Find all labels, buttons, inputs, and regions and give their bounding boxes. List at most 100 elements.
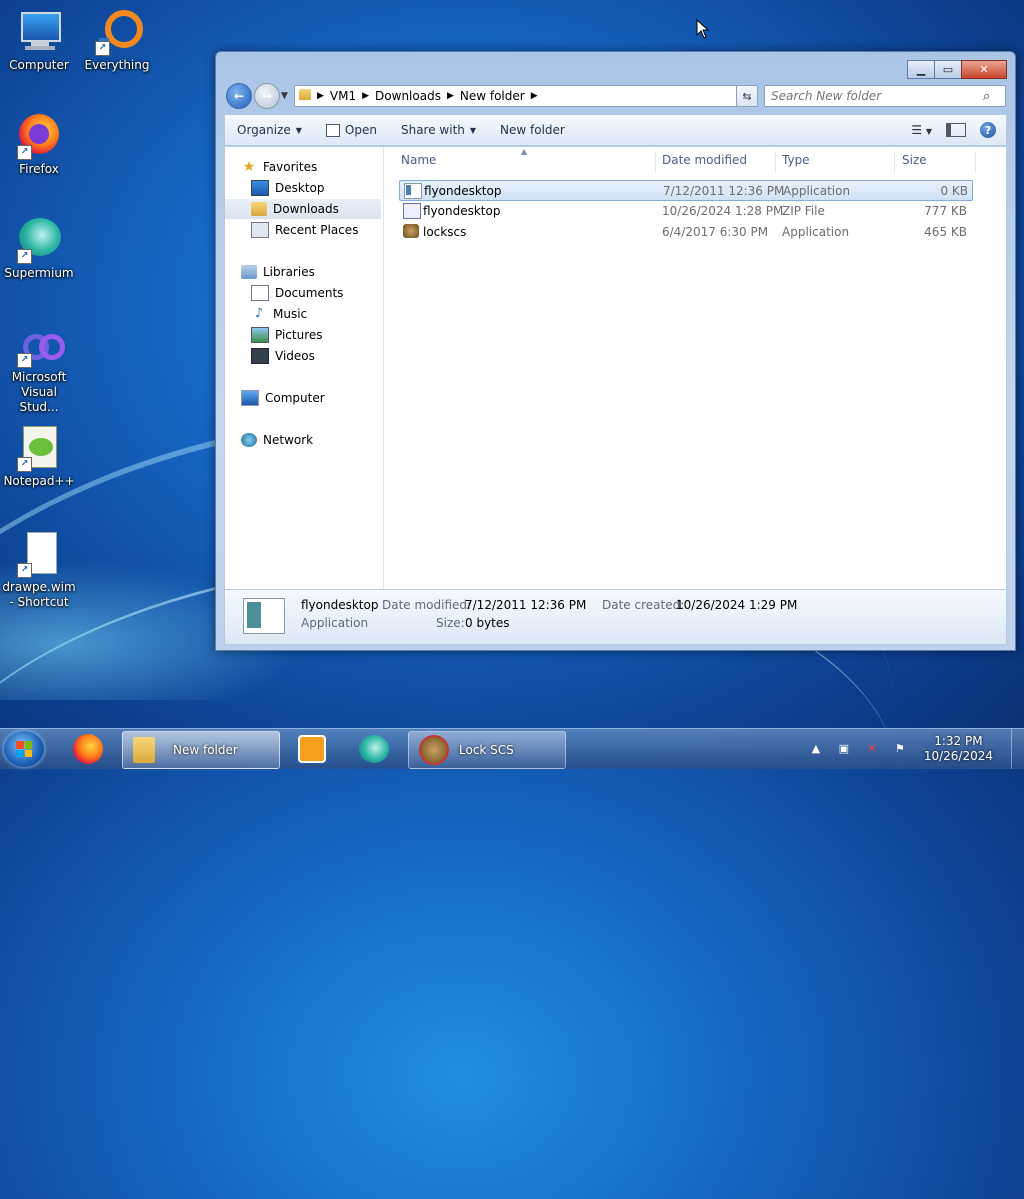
network-icon — [241, 433, 257, 447]
file-row[interactable]: lockscs 6/4/2017 6:30 PM Application 465… — [399, 222, 971, 241]
help-icon[interactable]: ? — [980, 122, 996, 138]
show-hidden-icons-icon[interactable]: ▲ — [808, 742, 824, 756]
documents-icon — [251, 285, 269, 301]
desktop-icon-firefox[interactable]: ↗ Firefox — [1, 112, 77, 177]
breadcrumb-separator-icon[interactable]: ▶ — [531, 91, 544, 101]
nav-libraries[interactable]: Libraries — [241, 262, 397, 282]
lockscs-app-icon — [403, 224, 419, 238]
open-icon — [325, 123, 340, 137]
column-separator[interactable] — [975, 151, 976, 173]
desktop-icon-computer[interactable]: Computer — [1, 8, 77, 73]
action-center-flag-icon[interactable]: ⚑ — [892, 742, 908, 756]
shortcut-arrow-icon: ↗ — [17, 353, 32, 368]
column-header-date-modified[interactable]: Date modified — [662, 153, 747, 169]
shortcut-arrow-icon: ↗ — [95, 41, 110, 56]
computer-icon — [241, 390, 259, 406]
shortcut-arrow-icon: ↗ — [17, 457, 32, 472]
maximize-button[interactable]: ▭ — [935, 60, 961, 79]
chevron-down-icon: ▼ — [469, 125, 477, 135]
breadcrumb-new-folder[interactable]: New folder — [460, 89, 531, 103]
computer-icon — [15, 8, 63, 56]
file-row[interactable]: flyondesktop 7/12/2011 12:36 PM Applicat… — [399, 180, 973, 201]
address-row: ← → ▼ ▶ VM1 ▶ Downloads ▶ New folder ▶ ▼… — [224, 82, 1007, 110]
desktop-icon — [251, 180, 269, 196]
column-header-size[interactable]: Size — [902, 153, 927, 169]
minimize-button[interactable]: ▁ — [907, 60, 935, 79]
search-icon[interactable]: ⌕ — [983, 89, 990, 104]
nav-downloads[interactable]: Downloads — [225, 199, 381, 219]
visual-studio-icon: ↗ — [15, 330, 65, 368]
breadcrumb-vm1[interactable]: VM1 — [330, 89, 362, 103]
breadcrumb-downloads[interactable]: Downloads — [375, 89, 447, 103]
volume-muted-icon[interactable]: ✕ — [864, 742, 880, 756]
forward-button[interactable]: → — [254, 83, 280, 109]
libraries-icon — [241, 265, 257, 279]
show-desktop-button[interactable] — [1011, 729, 1024, 769]
desktop-icon-visual-studio[interactable]: ↗ Microsoft Visual Stud... — [1, 330, 77, 415]
chevron-down-icon: ▼ — [295, 125, 302, 135]
history-dropdown-icon[interactable]: ▼ — [281, 91, 288, 101]
shortcut-arrow-icon: ↗ — [17, 563, 32, 578]
column-separator[interactable] — [894, 151, 895, 173]
taskbar: New folder Lock SCS ▲ ▣ ✕ ⚑ 1:32 PM 10/2… — [0, 728, 1024, 769]
close-button[interactable]: ✕ — [961, 60, 1007, 79]
column-separator[interactable] — [775, 151, 776, 173]
open-button[interactable]: Open — [314, 123, 389, 137]
window-caption-buttons: ▁ ▭ ✕ — [907, 60, 1007, 79]
shortcut-arrow-icon: ↗ — [17, 249, 32, 264]
nav-computer[interactable]: Computer — [241, 388, 397, 408]
windows-logo-icon — [16, 741, 32, 757]
refresh-button[interactable]: ⇆ — [736, 85, 758, 107]
taskbar-firefox[interactable] — [64, 731, 112, 767]
desktop-icon-drawpe-shortcut[interactable]: ↗ drawpe.wim - Shortcut — [1, 530, 77, 610]
mouse-cursor-icon — [696, 19, 710, 39]
music-icon: ♪ — [254, 306, 264, 321]
breadcrumb-separator-icon[interactable]: ▶ — [317, 91, 330, 101]
desktop-icon-supermium[interactable]: ↗ Supermium — [1, 216, 77, 281]
breadcrumb-separator-icon[interactable]: ▶ — [362, 91, 375, 101]
videos-icon — [251, 348, 269, 364]
taskbar-lock-scs[interactable]: Lock SCS — [408, 731, 566, 769]
navigation-pane: ★ Favorites Desktop Downloads Recent Pla… — [225, 147, 384, 589]
new-folder-button[interactable]: New folder — [488, 123, 577, 137]
recent-places-icon — [251, 222, 269, 238]
breadcrumb-separator-icon[interactable]: ▶ — [447, 91, 460, 101]
search-input[interactable] — [765, 88, 983, 104]
start-button[interactable] — [4, 731, 44, 767]
supermium-icon: ↗ — [15, 216, 63, 264]
clock[interactable]: 1:32 PM 10/26/2024 — [914, 734, 1011, 764]
address-bar[interactable]: ▶ VM1 ▶ Downloads ▶ New folder ▶ ▼ — [294, 85, 756, 107]
search-box: ⌕ — [764, 85, 1006, 107]
file-icon: ↗ — [15, 530, 63, 578]
desktop-icon-everything[interactable]: ↗ Everything — [79, 8, 155, 73]
zip-file-icon — [403, 203, 421, 219]
nav-network[interactable]: Network — [241, 430, 397, 450]
folder-icon — [295, 89, 317, 103]
network-tray-icon[interactable]: ▣ — [836, 742, 852, 756]
organize-button[interactable]: Organize ▼ — [225, 123, 314, 137]
column-header-name[interactable]: Name — [401, 153, 436, 169]
column-header-type[interactable]: Type — [782, 153, 810, 169]
command-bar: Organize ▼ Open Share with ▼ New folder ☰ … — [224, 114, 1007, 146]
file-list: ▲ Name Date modified Type Size flyondesk… — [383, 147, 1006, 589]
explorer-window: ▁ ▭ ✕ ← → ▼ ▶ VM1 ▶ Downloads ▶ New fold… — [215, 51, 1016, 651]
column-separator[interactable] — [655, 151, 656, 173]
supermium-icon — [359, 735, 389, 763]
pictures-icon — [251, 327, 269, 343]
star-icon: ★ — [242, 159, 256, 175]
preview-pane-icon[interactable] — [946, 123, 966, 137]
taskbar-supermium[interactable] — [350, 731, 398, 767]
taskbar-media-player[interactable] — [288, 731, 336, 767]
view-options-icon[interactable]: ☰ ▼ — [911, 123, 932, 137]
file-row[interactable]: flyondesktop 10/26/2024 1:28 PM ZIP File… — [399, 201, 971, 220]
nav-favorites[interactable]: ★ Favorites — [241, 157, 397, 177]
shortcut-arrow-icon: ↗ — [17, 145, 32, 160]
back-button[interactable]: ← — [226, 83, 252, 109]
system-tray: ▲ ▣ ✕ ⚑ 1:32 PM 10/26/2024 — [802, 729, 1024, 769]
desktop-icon-notepad-plus-plus[interactable]: ↗ Notepad++ — [1, 424, 77, 489]
folder-icon — [133, 737, 155, 763]
share-with-button[interactable]: Share with ▼ — [389, 123, 488, 137]
everything-icon: ↗ — [93, 8, 143, 56]
sort-ascending-icon: ▲ — [521, 147, 528, 156]
taskbar-explorer-new-folder[interactable]: New folder — [122, 731, 280, 769]
